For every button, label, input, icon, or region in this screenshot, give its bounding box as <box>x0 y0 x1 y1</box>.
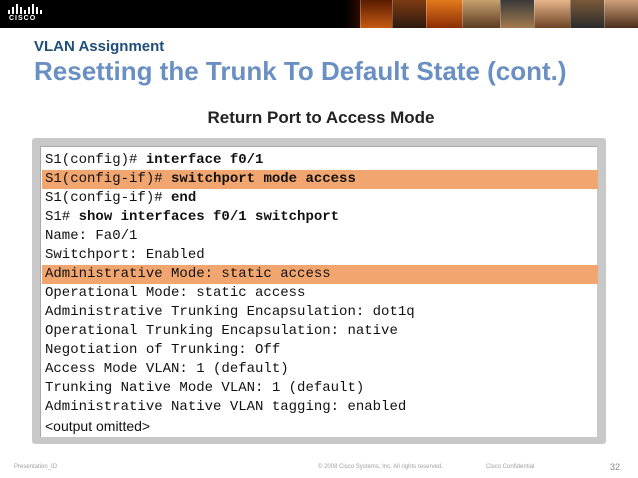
cli-output-line: Administrative Native VLAN tagging: enab… <box>45 399 407 415</box>
banner-photo <box>392 0 427 28</box>
banner-photo <box>604 0 638 28</box>
cisco-logo: CISCO <box>8 4 42 24</box>
cli-command: interface f0/1 <box>145 152 264 168</box>
cli-output-line: Negotiation of Trunking: Off <box>45 342 281 358</box>
cisco-wordmark: CISCO <box>9 15 37 22</box>
figure-title: Return Port to Access Mode <box>0 108 638 128</box>
cli-line: S1# show interfaces f0/1 switchport <box>45 208 593 227</box>
header-banner: CISCO <box>0 0 638 28</box>
cli-output-line: Operational Mode: static access <box>45 285 306 301</box>
banner-photo <box>534 0 571 28</box>
cli-command: end <box>171 190 197 206</box>
cli-output-line-highlighted: Administrative Mode: static access <box>42 265 598 284</box>
cli-prompt: S1# <box>45 209 79 225</box>
cli-prompt: S1(config-if)# <box>45 171 172 187</box>
cli-output-line: Access Mode VLAN: 1 (default) <box>45 361 289 377</box>
cli-command: show interfaces f0/1 switchport <box>78 209 340 225</box>
cli-line: S1(config-if)# end <box>45 189 593 208</box>
footer-presentation-id: Presentation_ID <box>14 464 58 470</box>
terminal-frame: S1(config)# interface f0/1 S1(config-if)… <box>32 138 606 444</box>
banner-photo <box>500 0 535 28</box>
slide-title: Resetting the Trunk To Default State (co… <box>34 56 567 86</box>
slide: CISCO VLAN Assignment Resetting the Trun… <box>0 0 638 478</box>
banner-photo <box>426 0 463 28</box>
cli-output-line: Administrative Trunking Encapsulation: d… <box>45 304 415 320</box>
cli-output-line: Trunking Native Mode VLAN: 1 (default) <box>45 380 365 396</box>
cli-command: switchport mode access <box>171 171 356 187</box>
cisco-bridge-icon <box>8 4 42 14</box>
banner-photo <box>462 0 501 28</box>
output-omitted-note: <output omitted> <box>45 418 151 434</box>
figure-title-text: Return Port to Access Mode <box>207 108 435 127</box>
cli-output-line: Name: Fa0/1 <box>45 228 138 244</box>
section-title: VLAN Assignment <box>34 38 165 55</box>
cli-output-line: Operational Trunking Encapsulation: nati… <box>45 323 398 339</box>
banner-photo <box>360 0 393 28</box>
cli-line-highlighted: S1(config-if)# switchport mode access <box>42 170 598 189</box>
cli-output: S1(config)# interface f0/1 S1(config-if)… <box>40 146 598 437</box>
cli-output-line: Switchport: Enabled <box>45 247 205 263</box>
footer-confidential: Cisco Confidential <box>486 464 535 470</box>
cli-prompt: S1(config)# <box>45 152 146 168</box>
footer-copyright: © 2008 Cisco Systems, Inc. All rights re… <box>318 464 443 470</box>
banner-photo <box>570 0 605 28</box>
cli-prompt: S1(config-if)# <box>45 190 172 206</box>
cli-line: S1(config)# interface f0/1 <box>45 151 593 170</box>
page-number: 32 <box>610 462 621 472</box>
